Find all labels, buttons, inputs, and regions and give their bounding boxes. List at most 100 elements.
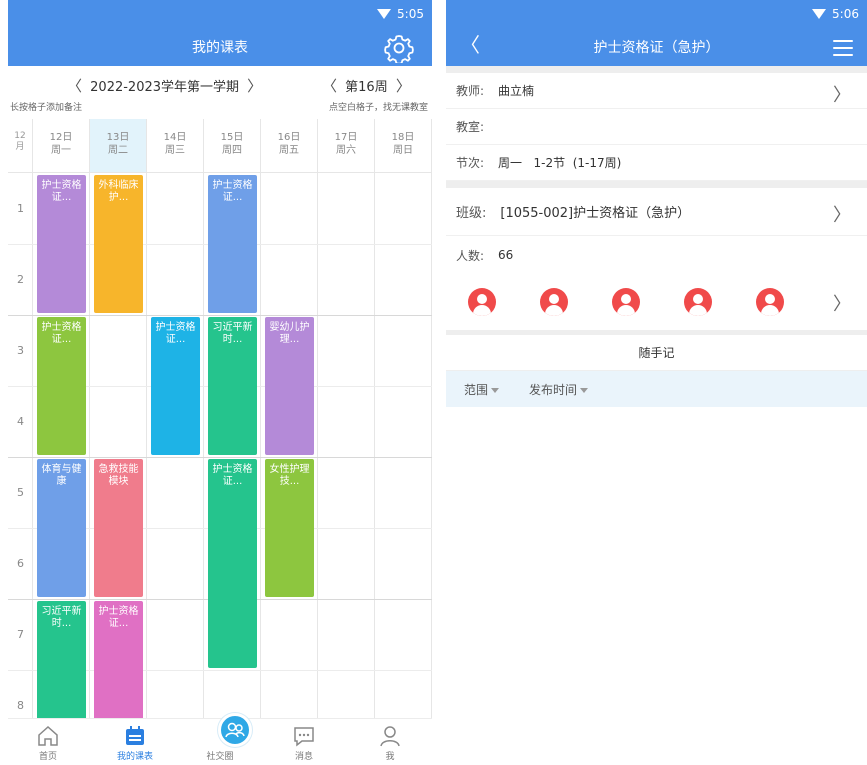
nav-label: 消息 [294, 752, 313, 762]
student-avatars[interactable]: 〉 [446, 274, 867, 330]
hint-add-note: 长按格子添加备注 [10, 103, 83, 113]
course-block[interactable]: 急救技能模块 [94, 459, 143, 597]
grid-line [8, 457, 432, 458]
nav-item-home[interactable]: 首页 [18, 725, 78, 762]
period-number: 6 [17, 556, 24, 570]
nav-item-social[interactable]: 社交圈 [190, 713, 252, 762]
day-date: 14日 [163, 132, 187, 143]
nav-item-user[interactable]: 我 [360, 725, 420, 762]
page-title: 我的课表 [192, 39, 248, 56]
count-value: 66 [498, 248, 514, 262]
teacher-label: 教师: [456, 84, 485, 98]
day-weekday: 周四 [222, 145, 242, 156]
grid-line [317, 173, 318, 719]
menu-icon[interactable] [833, 40, 853, 56]
avatar-icon[interactable] [684, 288, 712, 316]
day-date: 16日 [277, 132, 301, 143]
course-block[interactable]: 护士资格证... [37, 175, 86, 313]
nav-label: 我 [385, 752, 395, 762]
grid-line [374, 173, 375, 719]
nav-label: 社交圈 [206, 752, 234, 762]
period-number: 8 [17, 698, 24, 712]
timetable-screen: 5:05 我的课表 〈 2022-2023学年第一学期 〉 〈 第16周 〉 长… [8, 0, 432, 765]
avatar-icon[interactable] [468, 288, 496, 316]
course-block[interactable]: 护士资格证... [208, 175, 257, 313]
avatar-icon[interactable] [756, 288, 784, 316]
app-bar: 我的课表 [8, 27, 432, 66]
hint-find-room: 点空白格子，找无课教室 [328, 103, 428, 113]
day-date: 13日 [106, 132, 130, 143]
course-block[interactable]: 女性护理技... [265, 459, 314, 597]
grid-line [89, 173, 90, 719]
period-number: 7 [17, 627, 24, 641]
user-icon [378, 725, 402, 747]
day-header: 18日 周日 [375, 119, 432, 173]
month-label: 12 月 [8, 119, 33, 173]
course-detail-screen: 5:06 〈 护士资格证（急护） 教师: 曲立楠 〉 教室: 节次: 周一 1-… [446, 0, 867, 430]
class-label: 班级: [456, 206, 487, 221]
day-date: 12日 [49, 132, 73, 143]
avatar-icon[interactable] [540, 288, 568, 316]
prev-week-chevron-icon[interactable]: 〈 [318, 77, 341, 95]
message-icon [292, 725, 316, 747]
course-block[interactable]: 体育与健康 [37, 459, 86, 597]
prev-term-chevron-icon[interactable]: 〈 [63, 77, 86, 95]
nav-item-calendar[interactable]: 我的课表 [105, 725, 165, 762]
day-header: 17日 周六 [318, 119, 375, 173]
filter-scope-dropdown[interactable]: 范围 [464, 381, 500, 398]
period-value: 周一 1-2节 (1-17周) [498, 156, 622, 170]
detail-title: 护士资格证（急护） [593, 39, 720, 56]
avatar-icon[interactable] [612, 288, 640, 316]
day-header: 13日 周二 [90, 119, 147, 173]
course-block[interactable]: 婴幼儿护理... [265, 317, 314, 455]
day-header: 12日 周一 [33, 119, 90, 173]
class-name: [1055-002]护士资格证（急护） [500, 206, 691, 221]
chevron-right-icon[interactable]: 〉 [833, 290, 851, 316]
gear-icon[interactable] [384, 33, 414, 63]
day-weekday: 周三 [165, 145, 185, 156]
teacher-row[interactable]: 教师: 曲立楠 〉 [446, 73, 867, 109]
status-bar-right: 5:06 [446, 0, 867, 27]
day-weekday: 周五 [279, 145, 299, 156]
chevron-right-icon: 〉 [833, 85, 851, 106]
course-block[interactable]: 护士资格证... [151, 317, 200, 455]
course-block[interactable]: 护士资格证... [208, 459, 257, 668]
notes-title: 随手记 [446, 335, 867, 371]
next-week-chevron-icon[interactable]: 〉 [392, 77, 415, 95]
course-block[interactable]: 习近平新时... [208, 317, 257, 455]
timetable-grid[interactable]: 12 月 12日 周一 13日 周二 14日 周三 15日 周四 16日 周五 17日 周六 18日 周日 1… [8, 119, 432, 742]
room-label: 教室: [456, 120, 485, 134]
social-icon [218, 713, 252, 747]
day-weekday: 周六 [336, 145, 356, 156]
course-block[interactable]: 外科临床护... [94, 175, 143, 313]
filter-time-label: 发布时间 [529, 382, 578, 397]
wifi-icon [377, 8, 392, 19]
room-row: 教室: [446, 109, 867, 145]
grid-line [431, 173, 432, 719]
wifi-icon [812, 8, 827, 19]
grid-line [203, 173, 204, 719]
grid-line [260, 173, 261, 719]
course-block[interactable]: 护士资格证... [37, 317, 86, 455]
period-number: 5 [17, 485, 24, 499]
nav-item-message[interactable]: 消息 [274, 725, 334, 762]
grid-line [146, 173, 147, 719]
day-header: 14日周三 [147, 119, 204, 173]
back-chevron-icon[interactable]: 〈 [460, 35, 480, 55]
nav-label: 首页 [38, 752, 57, 762]
week-label[interactable]: 第16周 [345, 80, 388, 95]
next-term-chevron-icon[interactable]: 〉 [243, 77, 266, 95]
status-time-right: 5:06 [832, 6, 859, 21]
divider [446, 66, 867, 73]
status-time: 5:05 [397, 6, 424, 21]
day-header: 16日周五 [261, 119, 318, 173]
day-header: 15日 周四 [204, 119, 261, 173]
period-number: 4 [17, 414, 24, 428]
home-icon [36, 725, 60, 747]
class-row[interactable]: 班级: [1055-002]护士资格证（急护） 〉 [446, 188, 867, 236]
period-number: 1 [17, 201, 24, 215]
filter-time-dropdown[interactable]: 发布时间 [529, 381, 589, 398]
term-label[interactable]: 2022-2023学年第一学期 [90, 80, 239, 95]
filter-scope-label: 范围 [464, 382, 489, 397]
detail-app-bar: 〈 护士资格证（急护） [446, 27, 867, 66]
